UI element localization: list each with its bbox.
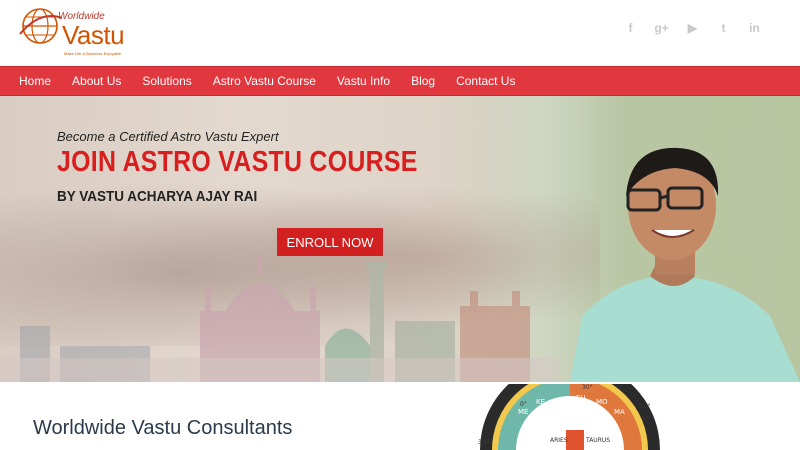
wheel-label-0: 0° [520,401,527,408]
youtube-icon[interactable]: ▶ [677,18,708,38]
twitter-icon[interactable]: t [708,18,739,38]
nav-item-blog[interactable]: Blog [401,74,445,88]
hero-title: JOIN ASTRO VASTU COURSE [57,146,418,178]
nav-item-astro-vastu-course[interactable]: Astro Vastu Course [203,74,326,88]
instructor-photo [570,147,800,382]
wheel-segment-ke: KE [536,398,545,406]
google-plus-icon[interactable]: g+ [646,18,677,38]
wheel-segment-mo: MO [596,398,608,406]
wheel-segment-me: ME [518,408,528,416]
wheel-segment-ma: MA [614,408,625,416]
nav-item-home[interactable]: Home [9,74,61,88]
wheel-sign-taurus: TAURUS [585,437,610,444]
nav-item-vastu-info[interactable]: Vastu Info [327,74,400,88]
nav-item-solutions[interactable]: Solutions [132,74,201,88]
main-nav: Home About Us Solutions Astro Vastu Cour… [0,66,800,96]
hero-banner: Become a Certified Astro Vastu Expert JO… [0,96,800,382]
linkedin-icon[interactable]: in [739,18,770,38]
enroll-now-button[interactable]: ENROLL NOW [277,228,383,256]
logo-tagline: Make Life & Business Enjoyable [64,51,122,56]
nav-item-contact-us[interactable]: Contact Us [446,74,525,88]
wheel-label-30: 30° [582,384,593,391]
nav-item-about-us[interactable]: About Us [62,74,131,88]
site-logo[interactable]: Worldwide Vastu Make Life & Business Enj… [18,4,128,60]
globe-icon [19,8,62,44]
astro-vastu-wheel: ME KE SU MO MA ARIES TAURUS 0° 30° 60° 3… [478,384,660,450]
section-title: Worldwide Vastu Consultants [33,417,293,439]
wheel-label-330: 330° [478,439,492,446]
wheel-label-60: 60° [640,403,651,410]
facebook-icon[interactable]: f [615,18,646,38]
wheel-segment-su: SU [576,394,586,402]
hero-kicker: Become a Certified Astro Vastu Expert [57,129,279,144]
logo-main-text: Vastu [62,20,125,50]
hero-subtitle: BY VASTU ACHARYA AJAY RAI [57,188,258,205]
social-links: f g+ ▶ t in [615,18,770,38]
site-header: Worldwide Vastu Make Life & Business Enj… [0,0,800,66]
wheel-sign-aries: ARIES [550,437,568,444]
